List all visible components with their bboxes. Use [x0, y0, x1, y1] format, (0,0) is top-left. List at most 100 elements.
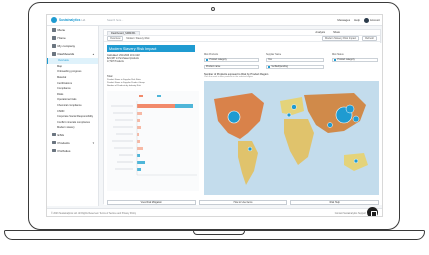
tab-analysis[interactable]: Analysis [315, 31, 325, 34]
sidebar-item-label: My company [57, 44, 76, 48]
map-bubble[interactable] [291, 104, 297, 110]
search-input[interactable]: Search here... [107, 18, 197, 23]
filter-label: Verified/pending [271, 66, 288, 68]
tab-share[interactable]: Share [333, 31, 340, 34]
sidebar-subitem-label: Operational risks [57, 98, 77, 102]
sidebar-subitem-label: Compliance [57, 87, 71, 91]
product-name-filter[interactable]: Product name [204, 65, 259, 69]
leaf-icon [52, 132, 56, 137]
chart-bar[interactable] [175, 104, 193, 108]
chart-bar[interactable] [137, 147, 143, 150]
sidebar: Menu Home My company Dashboards ▴ Overvie… [47, 26, 99, 206]
messages-button[interactable]: Messages [337, 18, 350, 22]
help-label: Help [354, 18, 360, 22]
supplier-name-filter[interactable]: Yes [266, 58, 324, 62]
chart-bar[interactable] [137, 154, 140, 157]
sidebar-item-label: Home [57, 36, 66, 40]
supplier-name-label: Supplier Name [266, 54, 282, 56]
product-category-filter[interactable]: Product category [204, 58, 259, 62]
how-to-use-button[interactable]: How to Use Items [198, 200, 288, 205]
tab-modern-slavery[interactable]: Modern Slavery Risk [126, 37, 149, 40]
folder-icon [52, 148, 56, 153]
sidebar-item-label: Menu [57, 28, 66, 32]
box-icon [52, 140, 56, 145]
help-button[interactable]: Help [354, 18, 360, 22]
view-selector[interactable]: Modern Slavery Risk Impact [321, 36, 360, 41]
action-buttons: View Risk Mitigation How to Use Items Ri… [107, 200, 380, 205]
account-button[interactable]: Account [363, 17, 380, 23]
legend-swatch-low [157, 95, 161, 97]
messages-label: Messages [337, 18, 351, 22]
laptop-frame: Sustainalytics Ltd. Search here... Messa… [0, 0, 429, 255]
footer-copyright: © 2023 Sustainalytics Ltd. All Rights Re… [51, 212, 137, 215]
map-subtitle: Click the mark to filter products in the… [204, 76, 253, 78]
chart-bar[interactable] [137, 168, 141, 171]
risk-help-button[interactable]: Risk Help [290, 200, 380, 205]
checkbox-icon [206, 58, 209, 62]
chart-bar[interactable] [137, 119, 140, 122]
map-bubble[interactable] [286, 112, 292, 118]
brand[interactable]: Sustainalytics Ltd. [51, 17, 101, 23]
risk-status-label: Risk Status [332, 54, 344, 56]
risk-bar-panel: Total Product Name in Supplier Risk Rati… [107, 75, 199, 199]
refresh-button[interactable]: Refresh [362, 36, 377, 41]
legend-swatch-high [139, 95, 143, 97]
risk-status-filter[interactable]: Product category [332, 58, 378, 62]
map-bubble[interactable] [247, 146, 253, 152]
footer: © 2023 Sustainalytics Ltd. All Rights Re… [47, 208, 382, 216]
sidebar-subitem-label: CSDD [57, 109, 65, 113]
region-south-america[interactable] [238, 141, 258, 185]
sidebar-item-esg[interactable]: ESG [47, 131, 98, 139]
brand-name: Sustainalytics [59, 18, 81, 22]
chart-bar[interactable] [137, 140, 140, 143]
map-bubble[interactable] [345, 104, 355, 114]
chart-bar[interactable] [137, 126, 141, 129]
world-map-svg [214, 93, 368, 185]
sidebar-subitem-label: Overview [58, 59, 69, 63]
sidebar-item-products[interactable]: Products ▾ [47, 139, 98, 147]
chevron-down-icon: ▾ [92, 140, 94, 145]
sidebar-item-menu[interactable]: Menu [47, 26, 98, 34]
header-actions: Messages Help Account [337, 17, 380, 23]
panel-line: Number of Products by Industry Risk [107, 85, 141, 87]
map-bubble[interactable] [327, 122, 333, 128]
screen: Sustainalytics Ltd. Search here... Messa… [46, 14, 383, 217]
sidebar-item-label: Products [57, 140, 70, 145]
sidebar-subitem-label: Certifications [57, 81, 72, 85]
tab-dashboard[interactable]: Dashboard_SMM451 [107, 30, 140, 35]
chart-bar[interactable] [137, 112, 142, 115]
sidebar-subitem-label: Conflict minerals compliance [57, 120, 91, 124]
chat-icon[interactable] [367, 207, 378, 216]
search-placeholder: Search here... [107, 18, 124, 22]
workbook: Dashboard_SMM451 Analysis Share Overview… [103, 29, 382, 205]
map-bubble[interactable] [353, 158, 359, 164]
risk-bar-chart [107, 91, 199, 191]
chart-bar[interactable] [137, 104, 175, 108]
sidebar-subitem-label: Corporate Social Responsibility [57, 115, 94, 119]
sidebar-item-home[interactable]: Home [47, 34, 98, 42]
menu-icon [52, 28, 56, 32]
map-bubble[interactable] [227, 110, 241, 124]
dashboard-icon [52, 52, 56, 56]
tab-overview[interactable]: Overview [107, 36, 124, 41]
world-map[interactable] [204, 81, 379, 195]
app-header: Sustainalytics Ltd. Search here... Messa… [47, 15, 382, 26]
panel-lines: Product Name in Supplier Risk Ratio Prod… [107, 79, 199, 88]
map-bubble[interactable] [352, 115, 360, 123]
support-link[interactable]: Contact Sustainalytics Support [335, 213, 366, 215]
verified-filter[interactable]: Verified/pending [266, 65, 324, 69]
risk-product-label: Risk Products [204, 54, 219, 56]
sidebar-subitem-label: Chemical compliance [57, 104, 82, 108]
info-line: 17,507 Products [107, 61, 124, 63]
summary-info: Calculated: 2/11/2023 10:14 AM $21,957 i… [107, 55, 199, 64]
sidebar-subitem-label: Map [57, 64, 63, 68]
region-asia[interactable] [304, 93, 366, 133]
chart-bar[interactable] [137, 133, 139, 136]
region-africa[interactable] [284, 119, 314, 165]
sidebar-item-dashboards[interactable]: Dashboards ▴ [47, 50, 98, 58]
sidebar-item-my-company[interactable]: My company [47, 42, 98, 50]
sidebar-item-portfolios[interactable]: Portfolios [47, 147, 98, 155]
risk-mitigation-button[interactable]: View Risk Mitigation [107, 200, 196, 205]
chart-bar[interactable] [137, 161, 145, 164]
page-title: Modern Slavery Risk Impact [107, 45, 195, 52]
